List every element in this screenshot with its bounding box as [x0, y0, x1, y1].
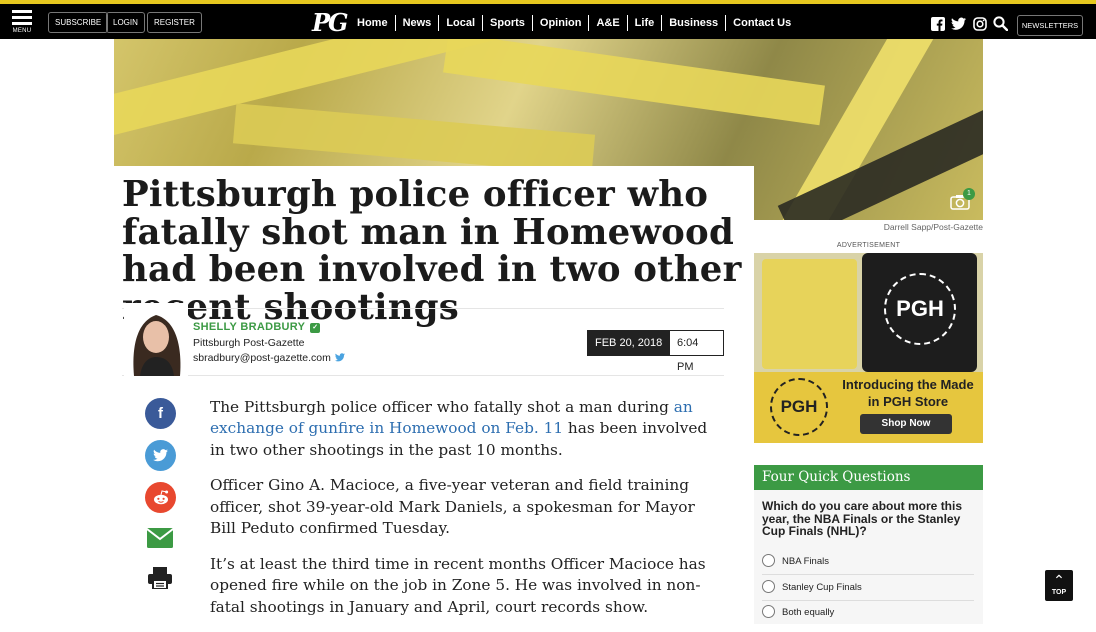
twitter-icon [145, 440, 176, 471]
share-facebook-button[interactable]: f [145, 398, 176, 429]
share-email-button[interactable] [146, 528, 174, 553]
pgh-logo-dark: PGH [770, 378, 828, 436]
author-organization: Pittsburgh Post-Gazette [193, 337, 305, 349]
ad-banner: PGH Introducing the Made in PGH Store Sh… [754, 372, 983, 443]
print-icon [148, 567, 172, 594]
ad-headline: Introducing the Made in PGH Store [842, 377, 974, 409]
subscribe-button[interactable]: SUBSCRIBE [48, 12, 109, 33]
login-button[interactable]: LOGIN [106, 12, 145, 33]
nav-ae[interactable]: A&E [588, 15, 626, 31]
facebook-icon[interactable] [930, 16, 945, 31]
poll-question: Which do you care about more this year, … [762, 499, 963, 538]
article-paragraph: The Pittsburgh police officer who fatall… [210, 398, 708, 459]
radio-button[interactable] [762, 580, 775, 593]
article-paragraph: Officer Gino A. Macioce, a five-year vet… [210, 476, 695, 538]
back-to-top-button[interactable]: ⌃ TOP [1045, 570, 1073, 601]
search-icon[interactable] [993, 16, 1008, 31]
author-email[interactable]: sbradbury@post-gazette.com [193, 352, 345, 365]
register-button[interactable]: REGISTER [147, 12, 202, 33]
main-nav: Home News Local Sports Opinion A&E Life … [350, 15, 798, 31]
instagram-icon[interactable] [972, 16, 987, 31]
share-reddit-button[interactable] [145, 482, 176, 513]
hamburger-icon [10, 10, 34, 25]
publish-date: FEB 20, 2018 [587, 330, 671, 356]
twitter-icon[interactable] [951, 16, 966, 31]
article-paragraph: It’s at least the third time in recent m… [210, 554, 706, 616]
nav-news[interactable]: News [394, 15, 439, 31]
chevron-up-icon: ⌃ [1053, 572, 1065, 588]
ad-product-photo: PGH [754, 253, 983, 372]
share-twitter-button[interactable] [145, 440, 176, 471]
verified-icon: ✓ [310, 323, 321, 333]
yellow-tote-image [762, 259, 857, 369]
nav-life[interactable]: Life [626, 15, 662, 31]
article-headline: Pittsburgh police officer who fatally sh… [122, 174, 742, 328]
nav-local[interactable]: Local [438, 15, 482, 31]
author-name[interactable]: SHELLY BRADBURY ✓ [193, 321, 321, 333]
poll-option-both[interactable]: Both equally [762, 600, 974, 626]
pgh-logo-white: PGH [884, 273, 956, 345]
poll-title: Four Quick Questions [754, 465, 983, 490]
nav-home[interactable]: Home [350, 15, 395, 31]
top-navigation-bar: MENU SUBSCRIBE LOGIN REGISTER PG Home Ne… [0, 0, 1096, 39]
crime-tape-stripe [232, 103, 596, 175]
newsletters-button[interactable]: NEWSLETTERS [1017, 15, 1083, 36]
reddit-icon [145, 482, 176, 513]
poll-option-stanley-cup[interactable]: Stanley Cup Finals [762, 575, 974, 601]
photo-credit: Darrell Sapp/Post-Gazette [883, 222, 983, 232]
radio-button[interactable] [762, 605, 775, 618]
author-avatar[interactable] [124, 303, 188, 376]
advertisement-label: ADVERTISEMENT [836, 242, 901, 249]
byline: SHELLY BRADBURY ✓ Pittsburgh Post-Gazette… [122, 303, 724, 376]
print-button[interactable] [148, 567, 172, 594]
article-body: The Pittsburgh police officer who fatall… [210, 397, 710, 632]
email-icon [146, 528, 174, 553]
menu-button[interactable]: MENU [10, 10, 34, 36]
crime-tape-stripe [443, 39, 825, 126]
shop-now-button[interactable]: Shop Now [860, 414, 952, 434]
menu-label: MENU [12, 28, 32, 34]
social-links [930, 16, 1008, 31]
nav-sports[interactable]: Sports [482, 15, 532, 31]
twitter-icon[interactable] [334, 353, 345, 365]
pg-logo[interactable]: PG [312, 9, 349, 37]
nav-contact-us[interactable]: Contact Us [725, 15, 798, 31]
publish-time: 6:04 PM [668, 330, 724, 373]
top-label: TOP [1051, 589, 1067, 596]
quick-questions-poll: Four Quick Questions Which do you care a… [754, 465, 983, 624]
made-in-pgh-ad[interactable]: PGH PGH Introducing the Made in PGH Stor… [754, 253, 983, 443]
nav-opinion[interactable]: Opinion [531, 15, 589, 31]
photo-count-badge: 1 [963, 188, 975, 200]
radio-button[interactable] [762, 554, 775, 567]
poll-option-nba[interactable]: NBA Finals [762, 549, 974, 575]
nav-business[interactable]: Business [661, 15, 725, 31]
facebook-icon: f [145, 398, 176, 429]
